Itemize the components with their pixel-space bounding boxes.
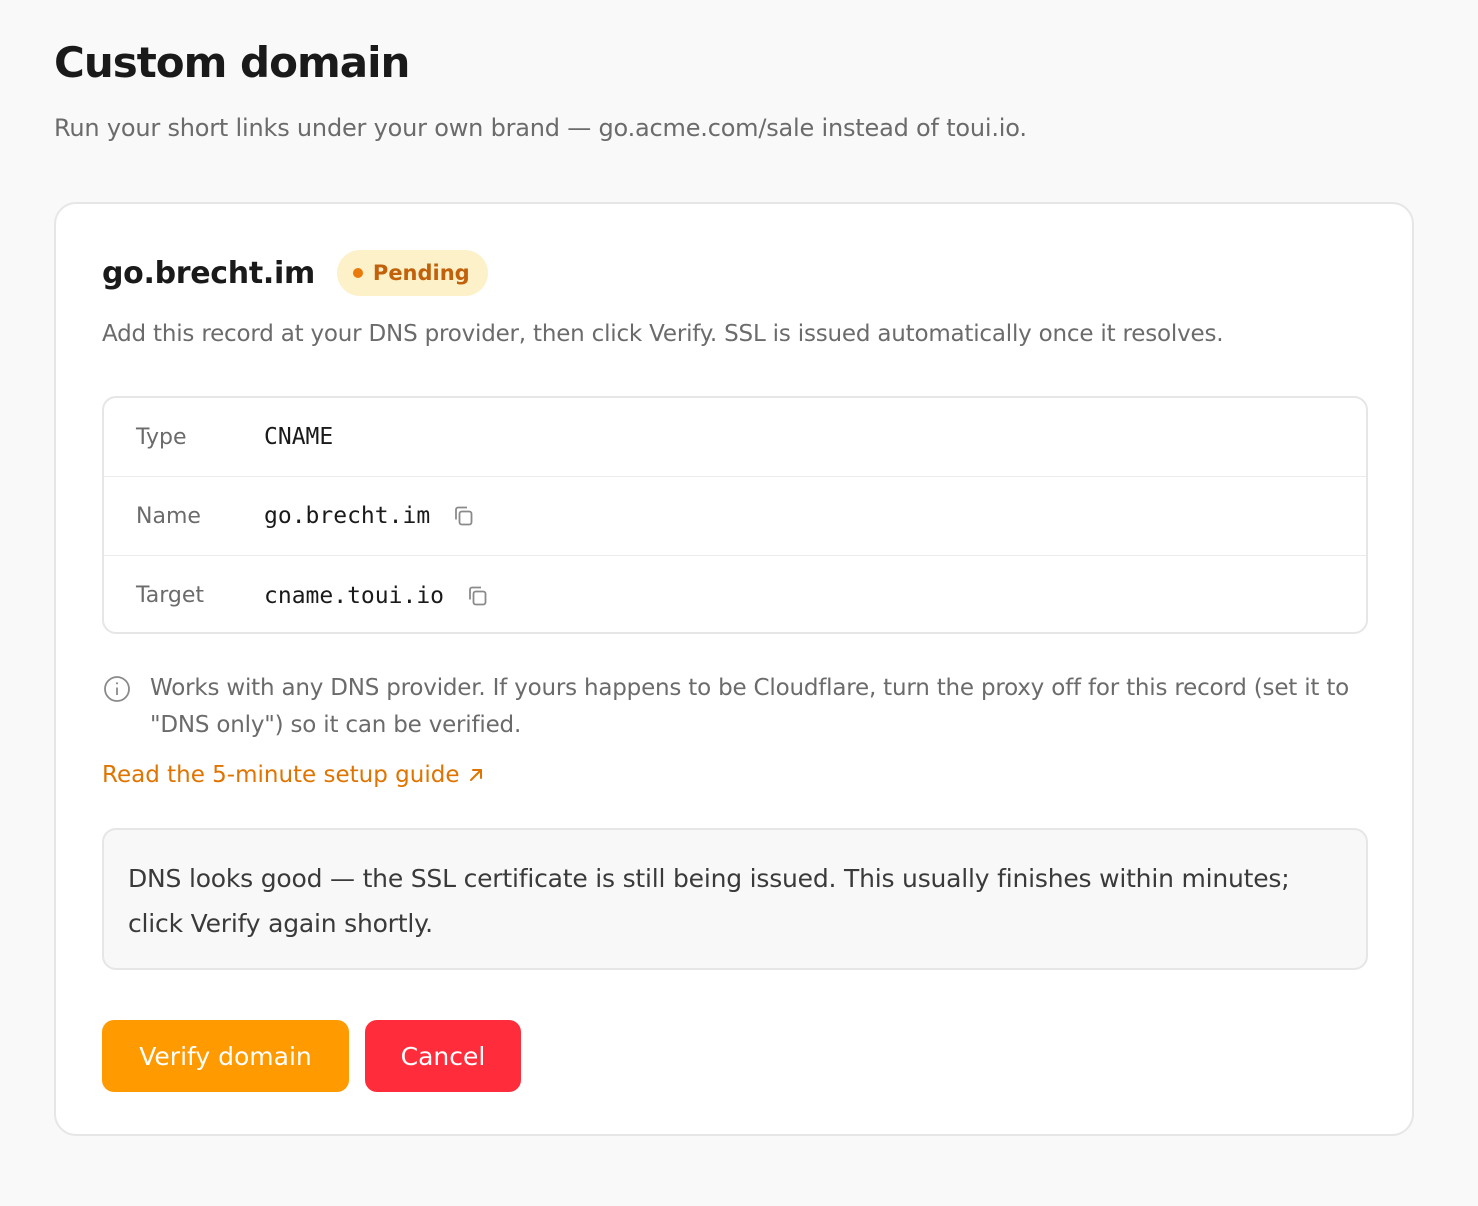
copy-icon[interactable] (452, 504, 476, 528)
verification-status-text: DNS looks good — the SSL certificate is … (128, 864, 1290, 938)
dns-row-name: Name go.brecht.im (104, 477, 1366, 556)
info-icon (104, 676, 130, 702)
dns-record-table: Type CNAME Name go.brecht.im Target cnam… (102, 396, 1368, 634)
page: Custom domain Run your short links under… (0, 0, 1478, 1206)
status-dot-icon (352, 268, 363, 278)
domain-header: go.brecht.im Pending (102, 250, 488, 296)
page-title: Custom domain (54, 38, 410, 87)
dns-row-label: Name (136, 503, 201, 529)
dns-row-target: Target cname.toui.io (104, 556, 1366, 632)
dns-row-value: cname.toui.io (264, 583, 490, 609)
dns-row-label: Target (136, 583, 205, 608)
dns-row-value: CNAME (264, 424, 333, 450)
dns-instruction: Add this record at your DNS provider, th… (102, 321, 1224, 347)
status-badge-label: Pending (372, 261, 470, 285)
page-subtitle: Run your short links under your own bran… (54, 114, 1027, 142)
cancel-button[interactable]: Cancel (365, 1020, 521, 1092)
setup-guide-link[interactable]: Read the 5-minute setup guide (102, 762, 485, 788)
dns-provider-note: Works with any DNS provider. If yours ha… (102, 670, 1352, 744)
verify-domain-button[interactable]: Verify domain (102, 1020, 349, 1092)
external-arrow-icon (470, 769, 483, 781)
domain-name: go.brecht.im (102, 255, 315, 291)
dns-type-value[interactable]: CNAME (264, 424, 333, 450)
copy-icon[interactable] (466, 584, 490, 608)
dns-target-value[interactable]: cname.toui.io (264, 583, 444, 609)
dns-row-type: Type CNAME (104, 398, 1366, 477)
verification-status-box: DNS looks good — the SSL certificate is … (102, 828, 1368, 970)
dns-row-value: go.brecht.im (264, 503, 476, 529)
note-text: Works with any DNS provider. If yours ha… (150, 675, 1350, 738)
dns-row-label: Type (136, 424, 187, 450)
setup-guide-label: Read the 5-minute setup guide (102, 762, 460, 788)
status-badge: Pending (336, 250, 488, 296)
action-buttons: Verify domain Cancel (102, 1020, 521, 1092)
domain-card: go.brecht.im Pending Add this record at … (54, 202, 1414, 1136)
dns-name-value[interactable]: go.brecht.im (264, 503, 430, 529)
